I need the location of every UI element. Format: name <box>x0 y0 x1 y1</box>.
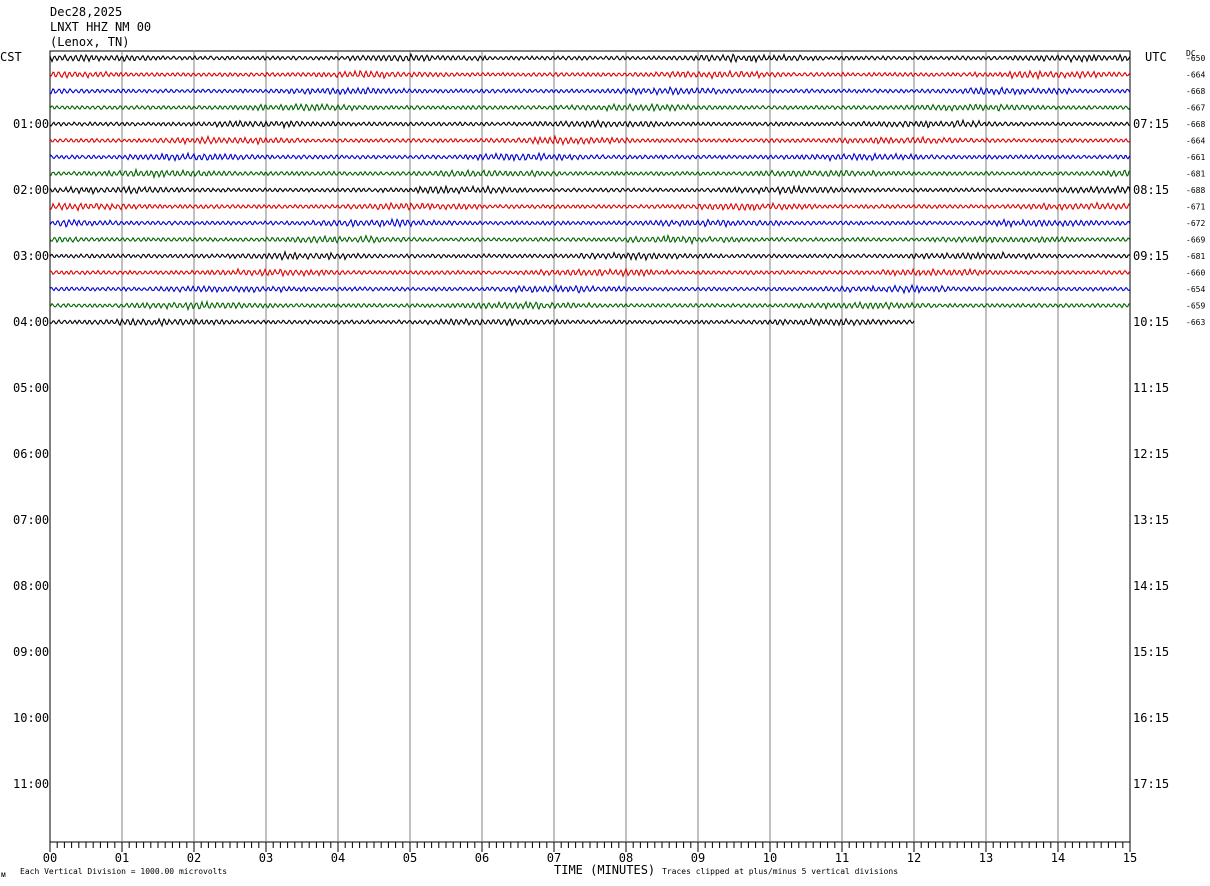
x-tick-label: 00 <box>43 851 57 865</box>
dc-offset-label: -668 <box>1186 87 1205 96</box>
x-tick-label: 15 <box>1123 851 1137 865</box>
dc-offset-label: -664 <box>1186 71 1205 80</box>
seismic-trace <box>49 69 1131 81</box>
seismic-trace <box>49 299 1131 312</box>
dc-offset-label: -681 <box>1186 252 1205 261</box>
utc-hour-label: 14:15 <box>1133 579 1169 593</box>
utc-hour-label: 17:15 <box>1133 777 1169 791</box>
dc-offset-label: -650 <box>1186 54 1205 63</box>
utc-hour-label: 16:15 <box>1133 711 1169 725</box>
cst-hour-label: 02:00 <box>13 183 49 197</box>
cst-hour-label: 11:00 <box>13 777 49 791</box>
seismic-trace <box>49 217 1131 229</box>
x-tick-label: 09 <box>691 851 705 865</box>
corner-mark: ᴍ <box>1 870 6 879</box>
cst-hour-label: 03:00 <box>13 249 49 263</box>
helicorder-chart: 00 01 02 03 04 05 06 07 08 09 10 11 12 13 14 1501:0002:… <box>13 50 1205 865</box>
cst-hour-label: 10:00 <box>13 711 49 725</box>
utc-hour-label: 12:15 <box>1133 447 1169 461</box>
seismic-trace <box>49 283 1131 295</box>
x-axis-title: TIME (MINUTES) <box>554 863 656 877</box>
utc-hour-label: 10:15 <box>1133 315 1169 329</box>
dc-offset-label: -659 <box>1186 302 1205 311</box>
x-tick-label: 01 <box>115 851 129 865</box>
x-tick-label: 10 <box>763 851 777 865</box>
x-tick-label: 11 <box>835 851 849 865</box>
x-tick-label: 06 <box>475 851 489 865</box>
seismic-trace <box>49 167 1131 180</box>
utc-hour-label: 11:15 <box>1133 381 1169 395</box>
dc-offset-label: -654 <box>1186 285 1205 294</box>
utc-hour-label: 13:15 <box>1133 513 1169 527</box>
dc-offset-label: -681 <box>1186 170 1205 179</box>
x-tick-label: 03 <box>259 851 273 865</box>
x-tick-label: 02 <box>187 851 201 865</box>
seismic-trace <box>49 233 1131 246</box>
cst-hour-label: 07:00 <box>13 513 49 527</box>
dc-offset-label: -671 <box>1186 203 1205 212</box>
cst-hour-label: 09:00 <box>13 645 49 659</box>
cst-hour-label: 04:00 <box>13 315 49 329</box>
dc-offset-label: -672 <box>1186 219 1205 228</box>
dc-offset-label: -667 <box>1186 104 1205 113</box>
seismic-trace <box>49 85 1131 97</box>
cst-hour-label: 01:00 <box>13 117 49 131</box>
seismic-trace <box>49 134 1131 147</box>
dc-offset-label: -661 <box>1186 153 1205 162</box>
seismic-trace <box>49 102 1131 113</box>
dc-offset-label: -688 <box>1186 186 1205 195</box>
dc-offset-label: -663 <box>1186 318 1205 327</box>
clip-note: Traces clipped at plus/minus 5 vertical … <box>662 867 899 876</box>
dc-offset-label: -664 <box>1186 137 1205 146</box>
cst-hour-label: 06:00 <box>13 447 49 461</box>
seismic-trace <box>49 118 1131 130</box>
x-tick-label: 12 <box>907 851 921 865</box>
x-tick-label: 14 <box>1051 851 1065 865</box>
x-tick-label: 13 <box>979 851 993 865</box>
dc-offset-label: -660 <box>1186 269 1205 278</box>
seismic-trace <box>49 184 1131 196</box>
seismic-trace <box>49 52 1131 64</box>
scale-note: Each Vertical Division = 1000.00 microvo… <box>20 867 228 876</box>
utc-hour-label: 15:15 <box>1133 645 1169 659</box>
seismic-trace <box>49 151 1131 163</box>
dc-offset-label: -668 <box>1186 120 1205 129</box>
utc-hour-label: 09:15 <box>1133 249 1169 263</box>
x-tick-label: 05 <box>403 851 417 865</box>
cst-hour-label: 08:00 <box>13 579 49 593</box>
dc-offset-label: -669 <box>1186 236 1205 245</box>
plot-frame <box>49 50 1131 843</box>
x-tick-label: 04 <box>331 851 345 865</box>
utc-hour-label: 07:15 <box>1133 117 1169 131</box>
cst-hour-label: 05:00 <box>13 381 49 395</box>
seismic-trace <box>49 250 1131 262</box>
seismic-trace <box>49 267 1131 278</box>
utc-hour-label: 08:15 <box>1133 183 1169 197</box>
seismic-trace <box>49 201 1131 213</box>
